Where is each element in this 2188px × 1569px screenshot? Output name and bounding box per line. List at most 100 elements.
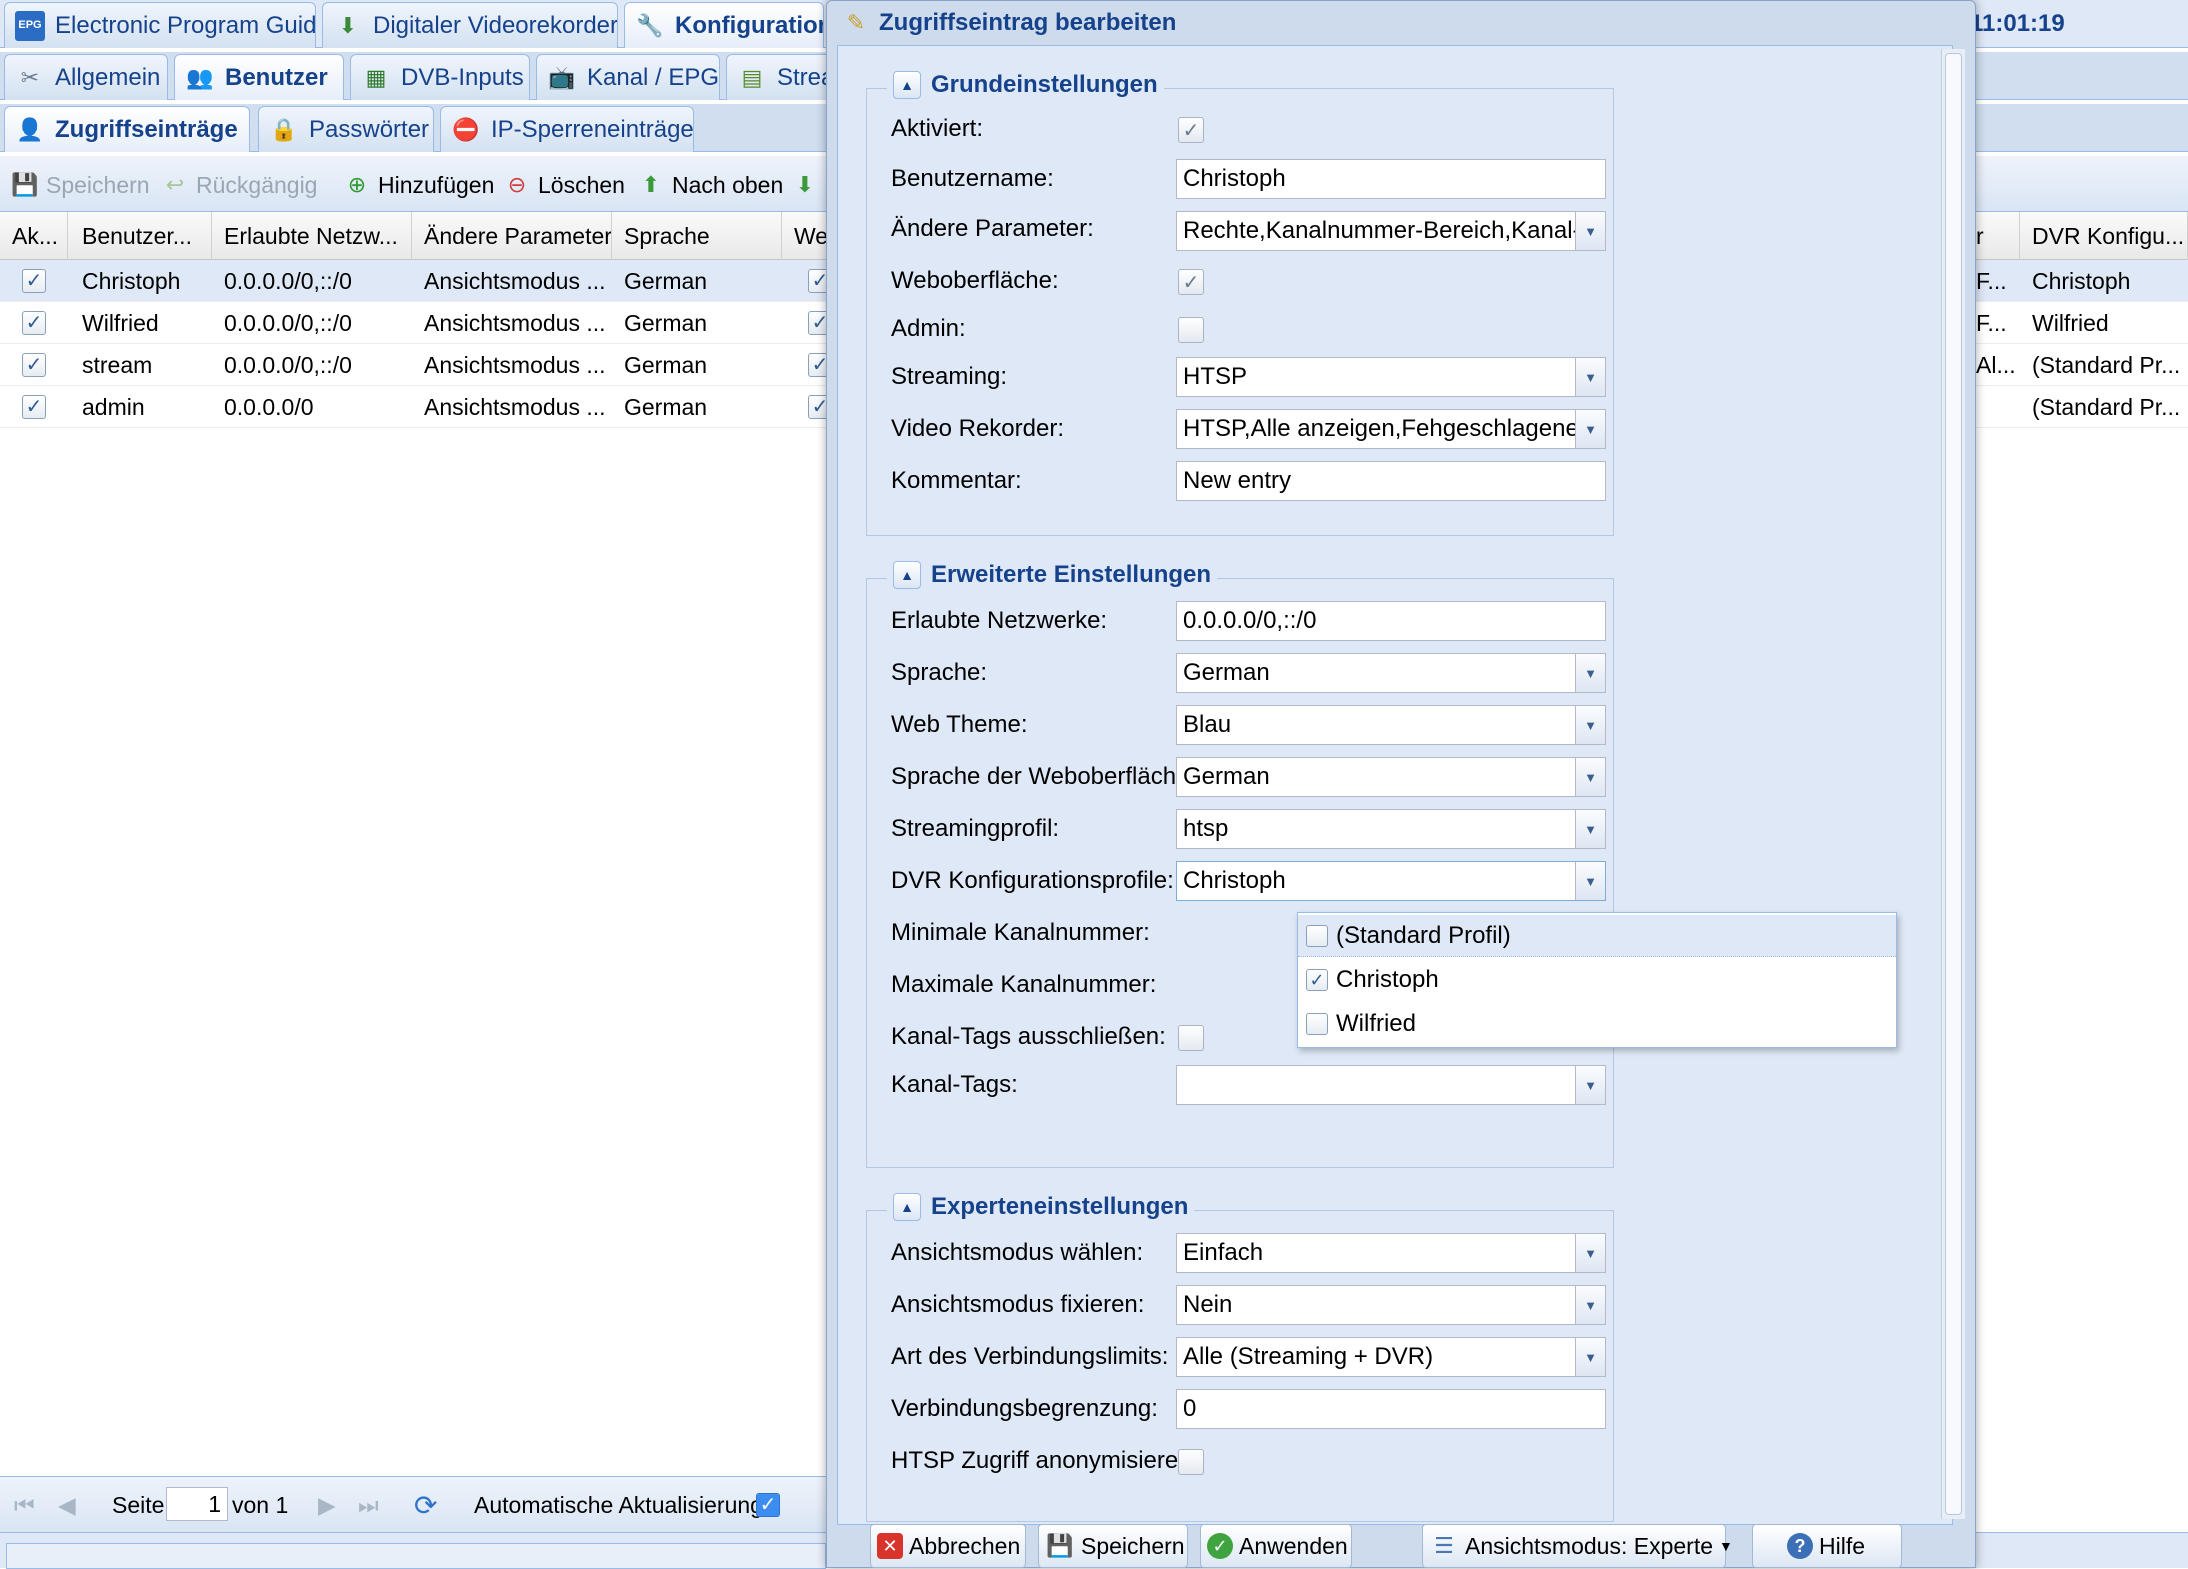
delete-button[interactable]: ⊖ Löschen: [502, 168, 625, 202]
collapse-icon[interactable]: ▲: [893, 1193, 921, 1221]
dvr-option-default[interactable]: (Standard Profil): [1298, 915, 1896, 957]
page-number-input[interactable]: 1: [166, 1487, 228, 1521]
move-up-button-label: Nach oben: [672, 171, 784, 198]
cell-username: Wilfried: [82, 309, 159, 336]
dialog-save-button[interactable]: 💾 Speichern: [1038, 1524, 1188, 1568]
language-combo[interactable]: German ▼: [1176, 653, 1606, 693]
move-down-button[interactable]: ⬇: [790, 168, 820, 202]
tab-epg[interactable]: EPG Electronic Program Guide: [4, 2, 316, 48]
chevron-down-icon[interactable]: ▼: [1575, 1066, 1605, 1104]
scrollbar-thumb[interactable]: [1945, 53, 1962, 1515]
collapse-icon[interactable]: ▲: [893, 71, 921, 99]
comment-input[interactable]: New entry: [1176, 461, 1606, 501]
tab-stream[interactable]: ▤ Strea: [726, 54, 836, 100]
pager-toolbar: ⏮ ◀ Seite 1 von 1 ▶ ⏭ ⟳ Automatische Akt…: [0, 1476, 830, 1532]
limit-type-combo[interactable]: Alle (Streaming + DVR) ▼: [1176, 1337, 1606, 1377]
chevron-down-icon[interactable]: ▼: [1575, 810, 1605, 848]
tags-combo[interactable]: ▼: [1176, 1065, 1606, 1105]
chevron-down-icon[interactable]: ▼: [1575, 1234, 1605, 1272]
col-networks[interactable]: Erlaubte Netzw...: [212, 212, 412, 260]
checkbox-checked-icon[interactable]: ✓: [22, 269, 46, 293]
help-button[interactable]: ? Hilfe: [1752, 1524, 1902, 1568]
chevron-down-icon[interactable]: ▼: [1575, 654, 1605, 692]
change-params-combo[interactable]: Rechte,Kanalnummer-Bereich,Kanal-Tags,DV…: [1176, 211, 1606, 251]
add-button[interactable]: ⊕ Hinzufügen: [342, 168, 495, 202]
webui-checkbox[interactable]: ✓: [1178, 269, 1204, 295]
chevron-down-icon[interactable]: ▼: [1575, 706, 1605, 744]
theme-combo[interactable]: Blau ▼: [1176, 705, 1606, 745]
chevron-down-icon[interactable]: ▼: [1575, 358, 1605, 396]
cell-language: German: [624, 309, 708, 336]
tab-dvr[interactable]: ⬇ Digitaler Videorekorder: [322, 2, 618, 48]
col-webui[interactable]: We: [782, 212, 832, 260]
view-mode-button[interactable]: ☰ Ansichtsmodus: Experte ▼: [1422, 1524, 1733, 1568]
col-language[interactable]: Sprache: [612, 212, 782, 260]
view-mode-combo[interactable]: Einfach ▼: [1176, 1233, 1606, 1273]
chevron-down-icon[interactable]: ▼: [1575, 758, 1605, 796]
tools-icon: ✂: [20, 64, 40, 90]
ui-language-label: Sprache der Weboberfläche:: [891, 763, 1197, 790]
page-count-label: von 1: [232, 1491, 289, 1518]
refresh-icon[interactable]: ⟳: [414, 1487, 437, 1523]
ui-language-combo[interactable]: German ▼: [1176, 757, 1606, 797]
tab-users-label: Benutzer: [225, 63, 328, 91]
exclude-tags-checkbox[interactable]: [1178, 1025, 1204, 1051]
dialog-scrollbar[interactable]: [1941, 49, 1965, 1519]
theme-value: Blau: [1183, 711, 1232, 738]
tab-ip-blocks[interactable]: ⛔ IP-Sperreneinträge: [440, 106, 694, 152]
chevron-down-icon[interactable]: ▼: [1575, 862, 1605, 900]
streaming-value: HTSP: [1183, 363, 1248, 390]
streaming-combo[interactable]: HTSP ▼: [1176, 357, 1606, 397]
chevron-down-icon[interactable]: ▼: [1575, 212, 1605, 250]
admin-checkbox[interactable]: [1178, 317, 1204, 343]
dvr-option-christoph[interactable]: ✓ Christoph: [1298, 959, 1896, 1001]
checkbox-checked-icon[interactable]: ✓: [22, 353, 46, 377]
tab-configuration[interactable]: 🔧 Konfiguration: [624, 2, 824, 48]
chevron-down-icon[interactable]: ▼: [1575, 1338, 1605, 1376]
first-page-icon[interactable]: ⏮: [14, 1487, 35, 1523]
stream-profile-combo[interactable]: htsp ▼: [1176, 809, 1606, 849]
cancel-button[interactable]: ✕ Abbrechen: [870, 1524, 1026, 1568]
col-dvr-config[interactable]: DVR Konfigu...: [2020, 212, 2188, 260]
tab-general[interactable]: ✂ Allgemein: [4, 54, 168, 100]
undo-button[interactable]: ↩ Rückgängig: [160, 168, 318, 202]
username-input[interactable]: Christoph: [1176, 159, 1606, 199]
tab-passwords[interactable]: 🔒 Passwörter: [258, 106, 434, 152]
tab-channel-epg-label: Kanal / EPG: [587, 63, 720, 91]
tab-dvb-inputs[interactable]: ▦ DVB-Inputs: [350, 54, 530, 100]
auto-refresh-checkbox[interactable]: ✓: [756, 1487, 780, 1523]
fix-view-combo[interactable]: Nein ▼: [1176, 1285, 1606, 1325]
col-username[interactable]: Benutzer...: [70, 212, 212, 260]
networks-input[interactable]: 0.0.0.0/0,::/0: [1176, 601, 1606, 641]
checkbox-checked-icon[interactable]: ✓: [22, 395, 46, 419]
col-params[interactable]: Ändere Parameter: [412, 212, 612, 260]
tab-channel-epg[interactable]: 📺 Kanal / EPG: [536, 54, 720, 100]
enabled-checkbox[interactable]: ✓: [1178, 117, 1204, 143]
chevron-down-icon[interactable]: ▼: [1575, 410, 1605, 448]
fix-view-value: Nein: [1183, 1291, 1233, 1318]
dvr-profiles-combo[interactable]: Christoph ▼: [1176, 861, 1606, 901]
next-page-icon[interactable]: ▶: [318, 1487, 336, 1523]
dvr-option-wilfried[interactable]: Wilfried: [1298, 1003, 1896, 1045]
tab-passwords-label: Passwörter: [309, 115, 430, 143]
last-page-icon[interactable]: ⏭: [358, 1487, 379, 1523]
col-enabled[interactable]: Ak...: [0, 212, 68, 260]
anon-checkbox[interactable]: [1178, 1449, 1204, 1475]
limit-input[interactable]: 0: [1176, 1389, 1606, 1429]
collapse-icon[interactable]: ▲: [893, 561, 921, 589]
dialog-title-bar[interactable]: ✎ Zugriffseintrag bearbeiten: [827, 1, 1975, 45]
apply-button[interactable]: ✓ Anwenden: [1200, 1524, 1352, 1568]
comment-label: Kommentar:: [891, 467, 1022, 494]
dvr-profiles-value: Christoph: [1183, 867, 1286, 894]
help-button-label: Hilfe: [1819, 1532, 1866, 1559]
move-up-button[interactable]: ⬆ Nach oben: [636, 168, 783, 202]
checkbox-checked-icon[interactable]: ✓: [22, 311, 46, 335]
prev-page-icon[interactable]: ◀: [58, 1487, 76, 1523]
tab-access-entries[interactable]: 👤 Zugriffseinträge: [4, 106, 250, 152]
tab-users[interactable]: 👥 Benutzer: [174, 54, 344, 100]
recorder-combo[interactable]: HTSP,Alle anzeigen,Fehgeschlagene Wieder…: [1176, 409, 1606, 449]
save-button[interactable]: 💾 Speichern: [10, 168, 149, 202]
checkbox-checked-icon: ✓: [1306, 969, 1328, 991]
chevron-down-icon[interactable]: ▼: [1575, 1286, 1605, 1324]
users-icon: 👥: [186, 64, 214, 90]
